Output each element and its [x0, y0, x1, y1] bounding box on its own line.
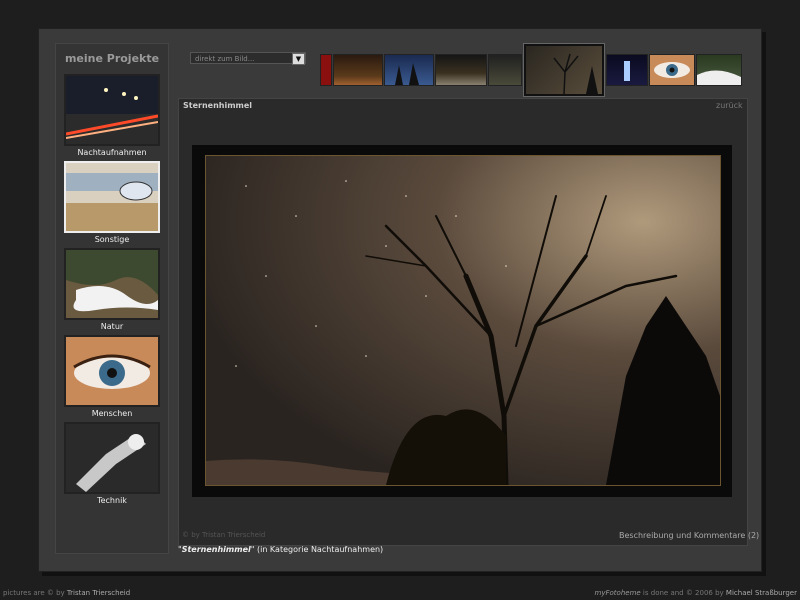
photo-caption: "Sternenhimmel" (in Kategorie Nachtaufna… [178, 545, 383, 554]
main-photo[interactable] [205, 155, 721, 486]
strip-thumbnail[interactable] [649, 54, 695, 86]
category-sidebar: meine Projekte Nachtaufnahmen Sonstige N… [55, 43, 169, 554]
footer-right-author-link[interactable]: Michael Straßburger [726, 589, 797, 597]
caption-title: Sternenhimmel [181, 545, 251, 554]
footer-left-text: pictures are © by [3, 589, 67, 597]
category-sonstige[interactable]: Sonstige [64, 161, 160, 244]
category-label[interactable]: Natur [64, 322, 160, 331]
footer-brand: myFotoheme [594, 589, 641, 597]
category-technik[interactable]: Technik [64, 422, 160, 505]
category-thumbnail[interactable] [64, 74, 160, 146]
strip-thumbnail[interactable] [384, 54, 434, 86]
strip-thumbnail[interactable] [435, 54, 487, 86]
category-label[interactable]: Nachtaufnahmen [64, 148, 160, 157]
sidebar-title: meine Projekte [64, 52, 160, 65]
category-thumbnail[interactable] [64, 161, 160, 233]
dropdown-arrow-icon[interactable]: ▼ [292, 53, 305, 65]
footer-right-text: is done and © 2006 by [640, 589, 726, 597]
category-natur[interactable]: Natur [64, 248, 160, 331]
back-link[interactable]: zurück [716, 101, 743, 110]
strip-thumbnail[interactable] [488, 54, 522, 86]
strip-thumbnail-active[interactable] [524, 44, 604, 96]
footer-credits-right: myFotoheme is done and © 2006 by Michael… [595, 589, 797, 597]
strip-thumbnail[interactable] [696, 54, 742, 86]
photo-title: Sternenhimmel [183, 101, 253, 110]
jump-to-image-select[interactable]: direkt zum Bild... ▼ [190, 52, 306, 65]
footer-credits-left: pictures are © by Tristan Trierscheid [3, 589, 130, 597]
category-nachtaufnahmen[interactable]: Nachtaufnahmen [64, 74, 160, 157]
category-label[interactable]: Technik [64, 496, 160, 505]
category-thumbnail[interactable] [64, 248, 160, 320]
photo-watermark: © by Tristan Trierscheid [182, 531, 266, 539]
category-thumbnail[interactable] [64, 335, 160, 407]
category-label[interactable]: Menschen [64, 409, 160, 418]
footer-left-author-link[interactable]: Tristan Trierscheid [67, 589, 130, 597]
comments-link[interactable]: Beschreibung und Kommentare (2) [619, 531, 759, 540]
select-value: direkt zum Bild... [195, 55, 255, 63]
strip-thumbnail[interactable] [606, 54, 648, 86]
category-label[interactable]: Sonstige [64, 235, 160, 244]
strip-thumbnail[interactable] [320, 54, 332, 86]
category-thumbnail[interactable] [64, 422, 160, 494]
category-menschen[interactable]: Menschen [64, 335, 160, 418]
strip-thumbnail[interactable] [333, 54, 383, 86]
caption-category: " (in Kategorie Nachtaufnahmen) [250, 545, 384, 554]
